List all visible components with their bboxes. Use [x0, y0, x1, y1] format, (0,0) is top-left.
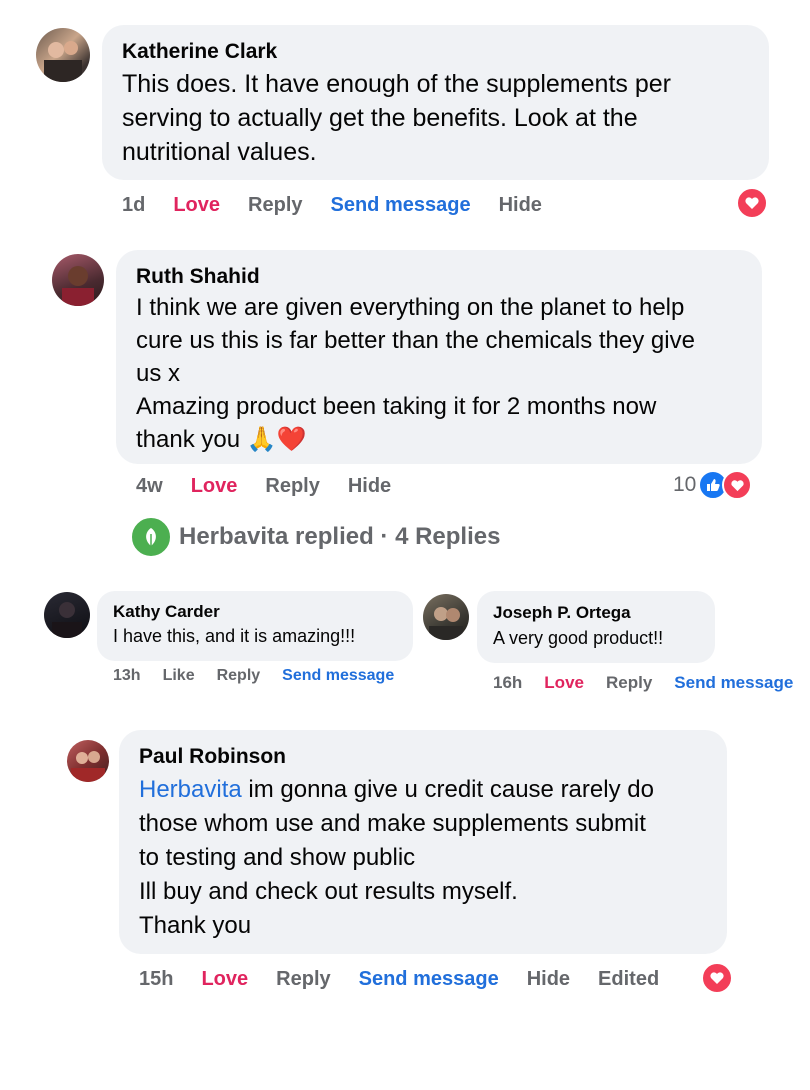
reaction-count: 10: [673, 473, 697, 496]
avatar-photo-icon: [52, 602, 82, 638]
reply-button[interactable]: Reply: [248, 194, 302, 217]
send-message-button[interactable]: Send message: [674, 673, 793, 693]
comment-author[interactable]: Paul Robinson: [139, 744, 707, 770]
like-button[interactable]: Like: [163, 667, 195, 685]
avatar[interactable]: [67, 740, 109, 782]
love-button[interactable]: Love: [544, 673, 584, 693]
love-button[interactable]: Love: [173, 194, 220, 217]
comment-time[interactable]: 1d: [122, 194, 145, 217]
leaf-logo-icon: [132, 518, 170, 556]
comment-text: I have this, and it is amazing!!!: [113, 626, 356, 646]
comment-author[interactable]: Kathy Carder: [113, 601, 397, 623]
send-message-button[interactable]: Send message: [359, 968, 499, 991]
comment-bubble: Joseph P. Ortega A very good product!!: [477, 591, 715, 663]
love-reaction-icon[interactable]: [736, 187, 768, 219]
mention-link[interactable]: Herbavita: [139, 776, 242, 803]
hide-button[interactable]: Hide: [499, 194, 542, 217]
edited-label: Edited: [598, 967, 660, 990]
avatar[interactable]: [423, 594, 469, 640]
comment-actions: 1d Love Reply Send message Hide: [122, 192, 542, 218]
comment-actions: 13h Like Reply Send message: [113, 666, 394, 686]
comment-time[interactable]: 15h: [139, 968, 173, 991]
avatar[interactable]: [44, 592, 90, 638]
comment-author[interactable]: Katherine Clark: [122, 39, 749, 65]
love-reaction-icon: [722, 470, 753, 500]
comment-author[interactable]: Ruth Shahid: [136, 264, 742, 290]
view-replies-text[interactable]: Herbavita replied · 4 Replies: [179, 523, 500, 551]
love-reaction-icon[interactable]: [701, 962, 733, 994]
comment-time[interactable]: 4w: [136, 475, 163, 498]
comment-text: A very good product!!: [493, 628, 664, 648]
avatar-photo-icon: [62, 266, 94, 306]
reply-button[interactable]: Reply: [276, 968, 330, 991]
send-message-button[interactable]: Send message: [331, 194, 471, 217]
love-button[interactable]: Love: [191, 475, 238, 498]
avatar[interactable]: [52, 254, 104, 306]
avatar[interactable]: [36, 28, 90, 82]
comment-bubble: Ruth Shahid I think we are given everyth…: [116, 250, 762, 464]
comment-actions: 16h Love Reply Send message: [493, 673, 793, 693]
comment-bubble: Katherine Clark This does. It have enoug…: [102, 25, 769, 180]
avatar-photo-icon: [44, 41, 82, 82]
comment-actions: 4w Love Reply Hide: [136, 473, 391, 499]
hide-button[interactable]: Hide: [348, 475, 391, 498]
send-message-button[interactable]: Send message: [282, 667, 394, 685]
comment-time[interactable]: 13h: [113, 667, 141, 685]
comment-time[interactable]: 16h: [493, 673, 522, 693]
reply-button[interactable]: Reply: [217, 667, 261, 685]
reaction-summary[interactable]: 10: [673, 470, 753, 500]
comment-author[interactable]: Joseph P. Ortega: [493, 602, 699, 624]
reply-button[interactable]: Reply: [606, 673, 652, 693]
avatar-photo-icon: [71, 751, 105, 782]
comment-text-container: Herbavita im gonna give u credit cause r…: [139, 773, 707, 943]
hide-button[interactable]: Hide: [527, 968, 570, 991]
comment-text: I think we are given everything on the p…: [136, 294, 695, 453]
comment-bubble: Kathy Carder I have this, and it is amaz…: [97, 591, 413, 661]
love-button[interactable]: Love: [201, 968, 248, 991]
reply-button[interactable]: Reply: [265, 475, 319, 498]
avatar-photo-icon: [429, 607, 463, 640]
comment-actions: 15h Love Reply Send message Hide Edited: [139, 966, 659, 992]
view-replies-link[interactable]: Herbavita replied · 4 Replies: [132, 518, 500, 556]
comment-text: This does. It have enough of the supplem…: [122, 70, 671, 166]
comment-bubble: Paul Robinson Herbavita im gonna give u …: [119, 730, 727, 954]
